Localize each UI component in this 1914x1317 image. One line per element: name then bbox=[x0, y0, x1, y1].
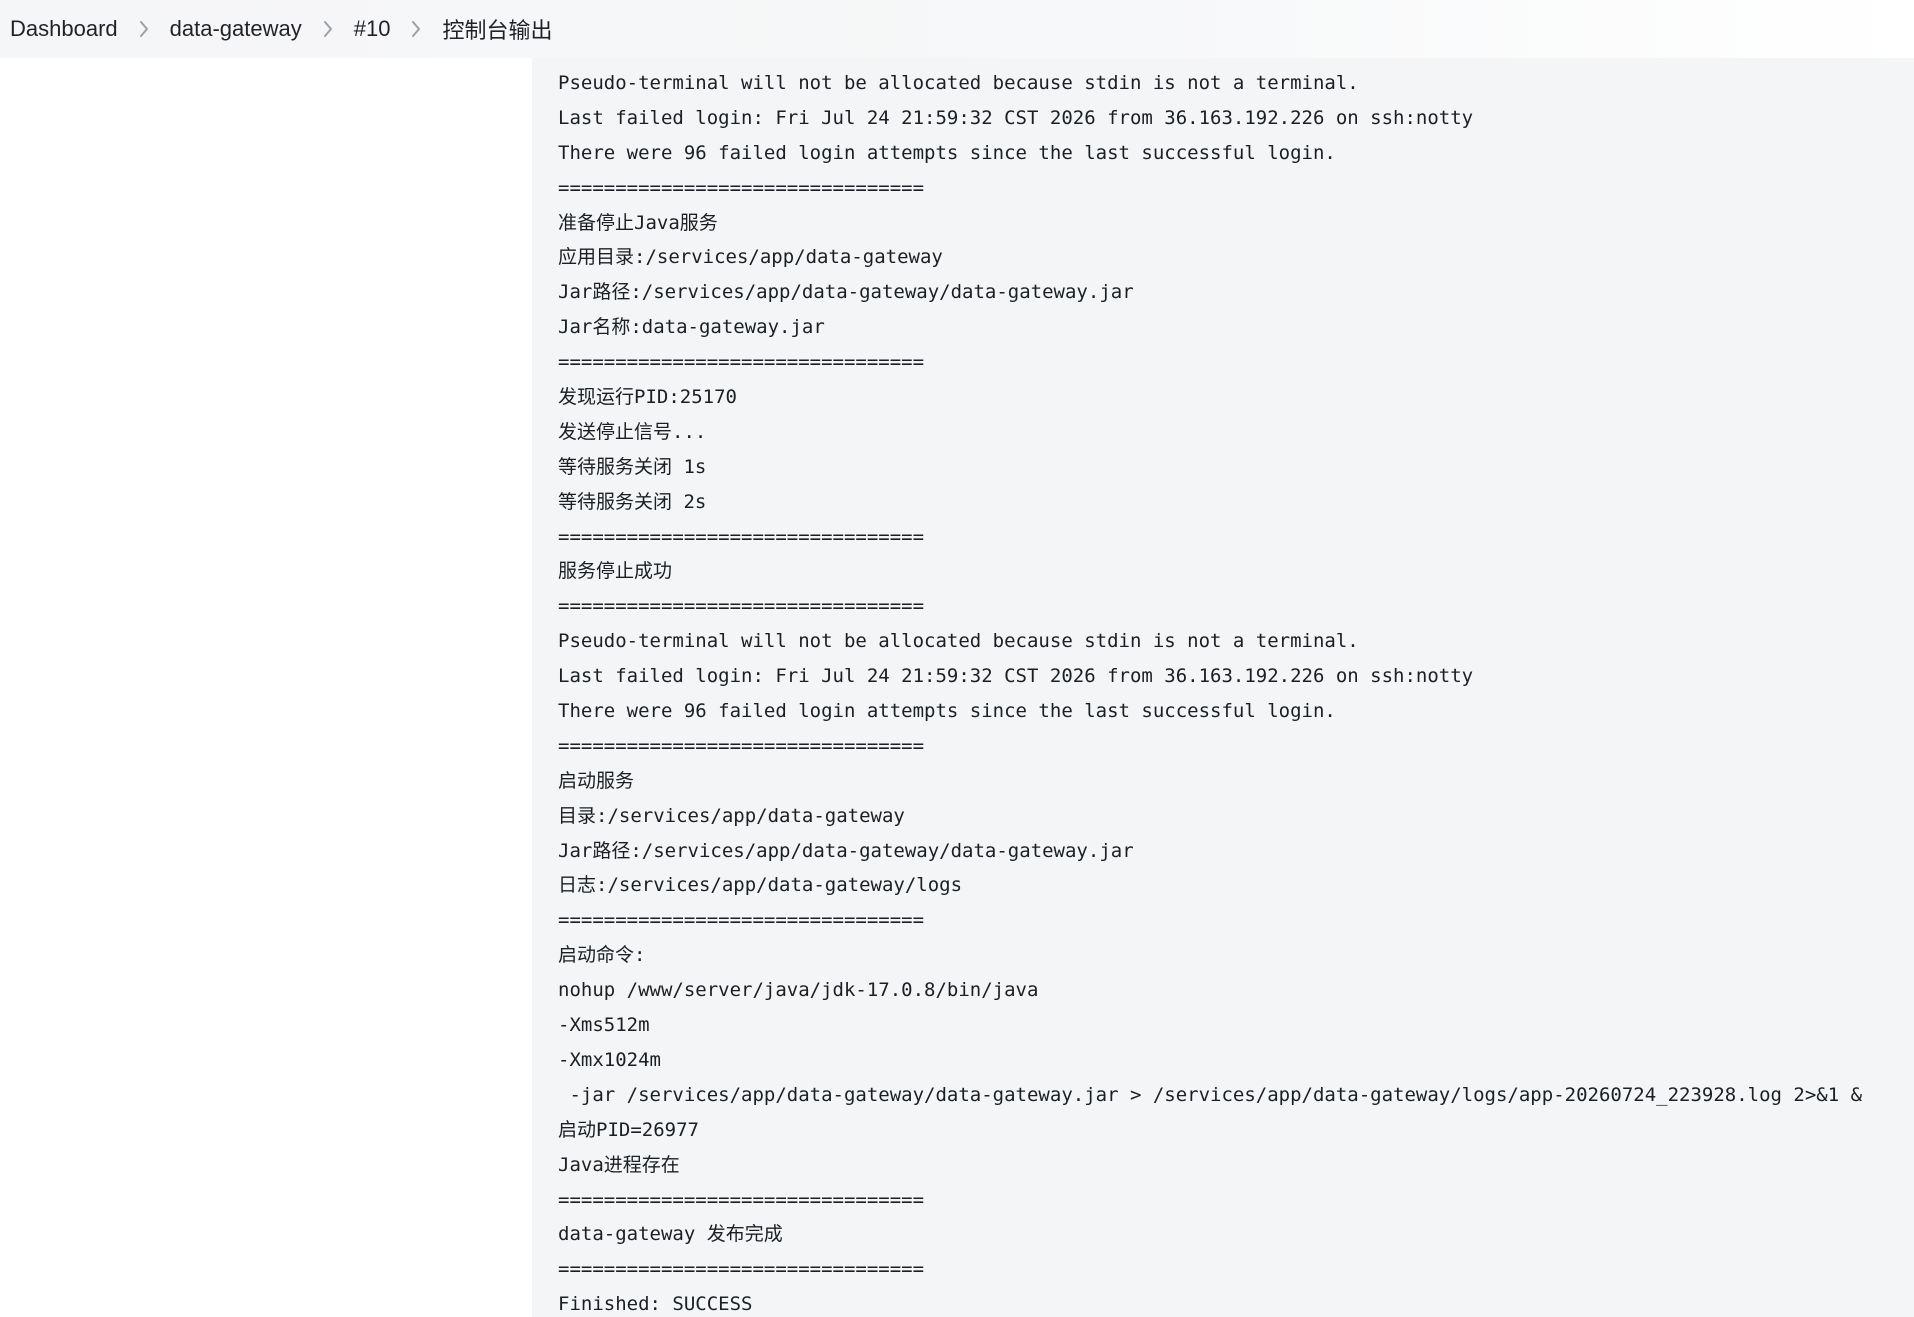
console-line: 等待服务关闭 2s bbox=[558, 490, 707, 513]
console-line: nohup /www/server/java/jdk-17.0.8/bin/ja… bbox=[558, 979, 1039, 1002]
console-line: 启动命令: bbox=[558, 944, 646, 967]
chevron-right-icon bbox=[390, 20, 442, 38]
console-line: ================================ bbox=[558, 176, 925, 199]
console-line: -Xms512m bbox=[558, 1014, 650, 1037]
console-line: Jar路径:/services/app/data-gateway/data-ga… bbox=[558, 839, 1134, 862]
console-line: Pseudo-terminal will not be allocated be… bbox=[558, 630, 1359, 653]
console-line: -Xmx1024m bbox=[558, 1048, 661, 1071]
console-line: ================================ bbox=[558, 734, 925, 757]
console-line: 日志:/services/app/data-gateway/logs bbox=[558, 874, 963, 897]
console-line: ================================ bbox=[558, 351, 925, 374]
breadcrumb-dashboard[interactable]: Dashboard bbox=[10, 16, 118, 42]
breadcrumb-job[interactable]: data-gateway bbox=[170, 16, 302, 42]
console-line: Last failed login: Fri Jul 24 21:59:32 C… bbox=[558, 665, 1474, 688]
console-line: There were 96 failed login attempts sinc… bbox=[558, 141, 1336, 164]
console-line: 准备停止Java服务 bbox=[558, 211, 718, 234]
console-line: 服务停止成功 bbox=[558, 560, 673, 583]
console-line: 启动PID=26977 bbox=[558, 1118, 699, 1141]
console-line: Pseudo-terminal will not be allocated be… bbox=[558, 72, 1359, 94]
console-line: ================================ bbox=[558, 1258, 925, 1281]
breadcrumb-build[interactable]: #10 bbox=[354, 16, 391, 42]
console-line: 发送停止信号... bbox=[558, 420, 707, 443]
console-output: Pseudo-terminal will not be allocated be… bbox=[532, 58, 1914, 1317]
console-line: Java进程存在 bbox=[558, 1153, 680, 1176]
console-line: ================================ bbox=[558, 525, 925, 548]
console-log: Pseudo-terminal will not be allocated be… bbox=[558, 66, 1914, 1317]
breadcrumb-console-output[interactable]: 控制台输出 bbox=[442, 13, 552, 45]
console-line: Jar名称:data-gateway.jar bbox=[558, 316, 825, 339]
console-line: ================================ bbox=[558, 595, 925, 618]
console-line: Finished: SUCCESS bbox=[558, 1293, 753, 1316]
console-line: 等待服务关闭 1s bbox=[558, 455, 707, 478]
console-line: 目录:/services/app/data-gateway bbox=[558, 804, 905, 827]
console-line: data-gateway 发布完成 bbox=[558, 1223, 783, 1246]
console-line: Last failed login: Fri Jul 24 21:59:32 C… bbox=[558, 106, 1474, 129]
console-line: 发现运行PID:25170 bbox=[558, 386, 737, 409]
console-line: Jar路径:/services/app/data-gateway/data-ga… bbox=[558, 281, 1134, 304]
console-line: -jar /services/app/data-gateway/data-gat… bbox=[558, 1083, 1863, 1106]
chevron-right-icon bbox=[118, 20, 170, 38]
console-line: There were 96 failed login attempts sinc… bbox=[558, 700, 1336, 723]
console-line: ================================ bbox=[558, 1188, 925, 1211]
console-line: 启动服务 bbox=[558, 769, 635, 792]
breadcrumb: Dashboard data-gateway #10 控制台输出 bbox=[0, 0, 1914, 58]
sidebar bbox=[0, 58, 532, 1317]
console-line: ================================ bbox=[558, 909, 925, 932]
console-line: 应用目录:/services/app/data-gateway bbox=[558, 246, 943, 269]
chevron-right-icon bbox=[302, 20, 354, 38]
